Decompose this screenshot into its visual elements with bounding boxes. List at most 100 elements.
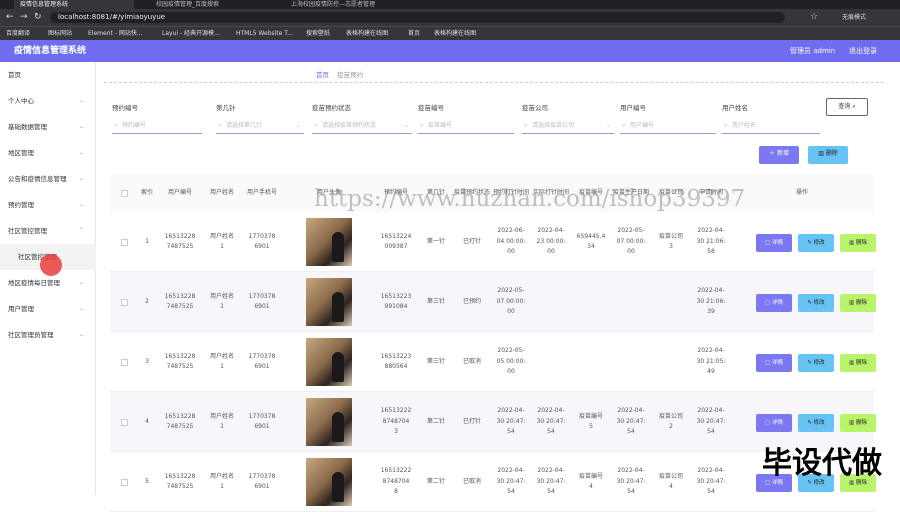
appointment-no-input[interactable]: ⌕ 预约编号 [112,118,202,134]
batch-delete-button[interactable]: ▥ 删除 [808,146,848,164]
sidebar-item-notice[interactable]: 公告和疫情信息管理 ⌄ [0,166,96,192]
table-cell: 1770378 6901 [248,352,276,371]
column-header: 用户姓名 [209,189,234,196]
browser-tab[interactable]: 校园疫情管理_百度搜索 [150,0,270,9]
row-detail-button[interactable]: ▢ 详情 [756,414,792,432]
row-detail-button[interactable]: ▢ 详情 [756,294,792,312]
table-row: 4 16513228 7487525 用户姓名 1 1770378 6901 16513… [110,392,876,452]
table-cell: 用户姓名 1 [209,292,234,311]
row-edit-button[interactable]: ✎ 修改 [798,354,834,372]
select-all-checkbox[interactable] [112,174,136,212]
sidebar-item-label: 地区管理 [8,149,34,157]
table-cell: 16513228 7487525 [164,292,196,311]
table-cell: 疫苗编号 4 [578,472,603,491]
sidebar-item-community-admin[interactable]: 社区管理员管理 ⌄ [0,322,96,348]
sidebar-item-users[interactable]: 用户管理 ⌄ [0,296,96,322]
button-label: 删除 [855,240,867,246]
status-select[interactable]: ⌕ 请选择疫苗预约状态 ⌄ [312,118,412,134]
sidebar-item-basic-data[interactable]: 基础数据管理 ⌄ [0,114,96,140]
sidebar-item-region[interactable]: 地区管理 ⌄ [0,140,96,166]
column-header: 索引 [140,189,153,196]
row-checkbox[interactable] [112,452,136,512]
table-cell: 2022-04- 30 20:47: 54 [536,467,566,496]
bookmark[interactable]: 首页 [408,29,420,38]
user-no-input[interactable]: ⌕ 用户编号 [620,118,716,134]
table-cell: 16513228 7487525 [164,412,196,431]
reload-icon[interactable]: ↻ [34,12,42,22]
sidebar-item-personal[interactable]: 个人中心 ⌄ [0,88,96,114]
table-cell: 用户姓名 1 [209,232,234,251]
table-cell: 2022-05- 07 00:00: 00 [616,227,646,256]
row-remove-button[interactable]: ▥ 删除 [840,294,876,312]
sidebar-item-label: 社区管理员管理 [8,331,54,339]
chevron-down-icon: ⌄ [78,149,84,156]
table-cell: 2022-04- 30 20:47: 54 [536,407,566,436]
chevron-down-icon: ⌄ [78,123,84,130]
logout-link[interactable]: 退出登录 [849,46,877,56]
table-cell: 第三针 [426,297,445,305]
table-cell: 2022-05- 05 00:00: 00 [496,347,526,376]
table-cell: 1770378 6901 [248,472,276,491]
column-header: 操作 [795,189,808,196]
table-cell: 16513222 8748704 8 [380,467,412,496]
vaccine-no-input[interactable]: ⌕ 疫苗编号 [418,118,514,134]
bookmark[interactable]: 表格构建在线图 [346,29,388,38]
incognito-profile[interactable]: 无痕模式 [842,13,866,22]
breadcrumb-current: 疫苗预约 [337,71,364,79]
table-cell: 用户姓名 1 [209,472,234,491]
row-detail-button[interactable]: ▢ 详情 [756,354,792,372]
row-remove-button[interactable]: ▥ 删除 [840,414,876,432]
row-checkbox[interactable] [112,272,136,332]
search-icon: ⌕ [218,122,222,129]
breadcrumb-home[interactable]: 首页 [316,71,329,79]
button-label: 修改 [813,240,825,246]
back-icon[interactable]: ← [6,12,14,22]
table-cell: 2022-04- 30 21:06: 39 [696,287,726,316]
star-icon[interactable]: ☆ [810,12,818,22]
trash-icon: ▥ [849,300,856,306]
user-avatar [284,272,374,332]
row-edit-button[interactable]: ✎ 修改 [798,234,834,252]
bookmark[interactable]: HTML5 Website T... [236,29,293,38]
row-checkbox[interactable] [112,332,136,392]
breadcrumb: 首页 疫苗预约 [316,69,363,79]
row-edit-button[interactable]: ✎ 修改 [798,294,834,312]
user-name-input[interactable]: ⌕ 用户姓名 [722,118,820,134]
table-cell: 用户姓名 1 [209,352,234,371]
bookmark[interactable]: 图标网站 [48,29,72,38]
column-header: 用户手机号 [246,189,277,196]
sidebar-item-appointment[interactable]: 预约管理 ⌄ [0,192,96,218]
browser-tab[interactable]: 疫情信息管理系统 [14,0,134,9]
add-button[interactable]: ＋ 新增 [759,146,799,164]
browser-tab[interactable]: 上海校园疫情防控—志愿者管理 [285,0,380,9]
url-field[interactable]: localhost:8081/#/yimiaoyuyue [50,12,785,23]
bookmark[interactable]: 百度翻译 [6,29,30,38]
row-detail-button[interactable]: ▢ 详情 [756,234,792,252]
search-icon: ⌕ [420,122,424,129]
table-cell: 已打针 [462,237,481,245]
query-button[interactable]: 查询 ⌕ [826,98,868,116]
bookmark[interactable]: 搜索壁纸 [306,29,330,38]
sidebar-item-community[interactable]: 社区管控管理 ⌃ [0,218,96,244]
row-remove-button[interactable]: ▥ 删除 [840,234,876,252]
row-remove-button[interactable]: ▥ 删除 [840,354,876,372]
company-select[interactable]: ⌕ 请选择疫苗公司 ⌄ [522,118,614,134]
table-cell [572,272,610,332]
row-checkbox[interactable] [112,212,136,272]
chevron-down-icon: ⌄ [78,201,84,208]
row-checkbox[interactable] [112,392,136,452]
forward-icon[interactable]: → [20,12,28,22]
bookmark[interactable]: 表格构建在线图 [434,29,476,38]
search-icon: ⌕ [852,103,856,110]
bookmark[interactable]: Element - 网站快... [88,29,143,38]
dose-select[interactable]: ⌕ 请选择第几针 ⌄ [216,118,304,134]
click-indicator [40,254,62,276]
table-cell: 16513224 009387 [380,232,412,251]
column-header: 用户编号 [167,189,192,196]
table-row: 5 16513228 7487525 用户姓名 1 1770378 6901 16513… [110,452,876,512]
filter-label: 用户姓名 [722,104,748,112]
bookmark[interactable]: Layui - 经典开源模... [162,29,220,38]
row-edit-button[interactable]: ✎ 修改 [798,414,834,432]
chevron-up-icon: ⌃ [78,227,84,234]
sidebar-item-home[interactable]: 首页 [0,62,96,88]
